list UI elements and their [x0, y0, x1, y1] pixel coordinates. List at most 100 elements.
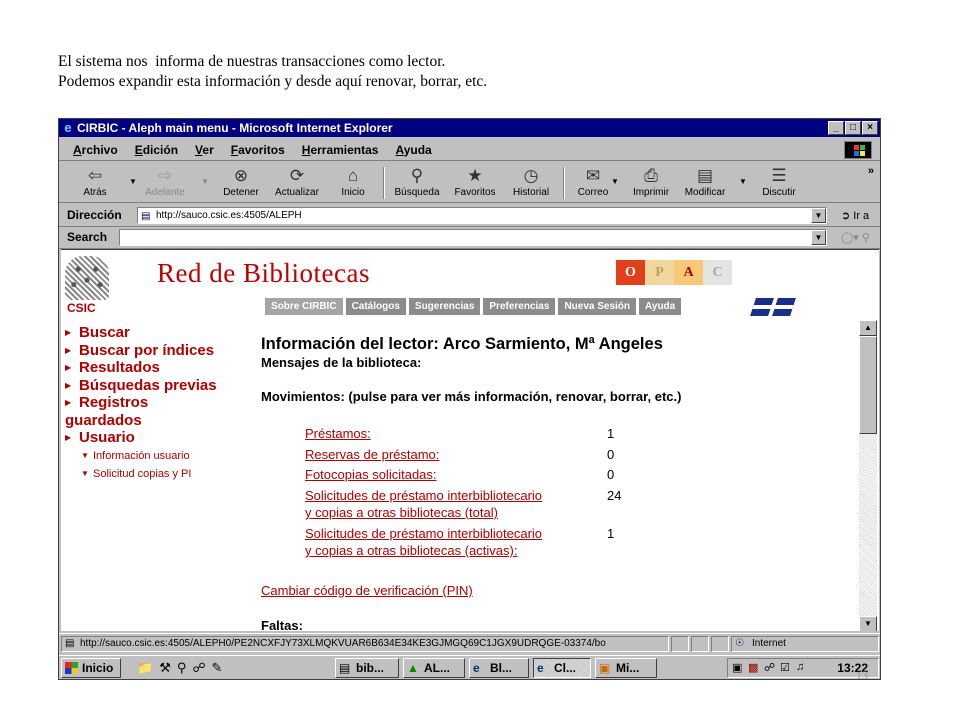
search-field[interactable]: [119, 229, 827, 246]
maximize-button[interactable]: □: [845, 121, 861, 135]
search-button[interactable]: ⚲ Búsqueda: [389, 165, 445, 203]
menu-busquedas-previas[interactable]: Búsquedas previas: [65, 377, 255, 395]
refresh-button[interactable]: ⟳ Actualizar: [269, 165, 325, 203]
favorites-button[interactable]: ★ Favoritos: [447, 165, 503, 203]
tray-security-icon[interactable]: ☑: [780, 661, 790, 674]
minimize-button[interactable]: _: [828, 121, 844, 135]
tools-icon[interactable]: ⚒: [159, 660, 171, 676]
powerpoint-icon: ▣: [599, 661, 611, 675]
transaction-count: 24: [607, 487, 622, 503]
interlibrary-active-link[interactable]: Solicitudes de préstamo interbibliotecar…: [305, 525, 607, 560]
tab-preferencias[interactable]: Preferencias: [483, 298, 556, 315]
tray-rc-icon[interactable]: ▩: [748, 661, 758, 674]
vertical-scrollbar[interactable]: ▲ ▼: [859, 320, 877, 631]
print-button[interactable]: ⎙ Imprimir: [623, 165, 679, 203]
main-panel: Información del lector: Arco Sarmiento, …: [261, 334, 855, 631]
fotocopias-link[interactable]: Fotocopias solicitadas:: [305, 466, 607, 484]
go-button[interactable]: ➲ Ir a: [841, 209, 869, 222]
menu-registros[interactable]: Registros: [65, 394, 255, 412]
taskbar-item-browser[interactable]: e Bl...: [469, 658, 529, 678]
tab-nueva-sesion[interactable]: Nueva Sesión: [558, 298, 637, 315]
search-go-icon[interactable]: ◯▾ ⚲: [841, 231, 870, 244]
menu-resultados[interactable]: Resultados: [65, 359, 255, 377]
submenu-solicitud-copias[interactable]: Solicitud copias y PI: [65, 465, 255, 483]
toolbar: ⇦ Atrás ▼ ⇨ Adelante ▼ ⊗ Detener ⟳ Actualiza…: [59, 163, 880, 203]
address-dropdown-icon[interactable]: ▼: [811, 208, 826, 223]
scroll-thumb[interactable]: [859, 336, 877, 434]
transaction-row: Fotocopias solicitadas: 0: [305, 466, 855, 484]
start-button[interactable]: Inicio: [61, 658, 121, 678]
transaction-row: Solicitudes de préstamo interbibliotecar…: [305, 525, 855, 560]
stop-icon: ⊗: [233, 166, 249, 185]
csic-tree-icon: [65, 256, 109, 300]
menu-favoritos[interactable]: Favoritos: [231, 143, 285, 157]
tray-app-icon[interactable]: ▣: [732, 661, 742, 674]
tray-volume-icon[interactable]: ♫: [796, 661, 804, 673]
prestamos-link[interactable]: Préstamos:: [305, 425, 607, 443]
menu-ver[interactable]: Ver: [195, 143, 214, 157]
csic-logo-text: CSIC: [67, 301, 96, 315]
stop-button[interactable]: ⊗ Detener: [213, 165, 269, 203]
edit-dropdown-icon[interactable]: ▼: [739, 177, 747, 186]
opac-letter: C: [703, 260, 732, 285]
taskbar-item-cirbic[interactable]: e Cl...: [533, 658, 591, 678]
forward-button[interactable]: ⇨ Adelante: [137, 165, 193, 203]
transaction-count: 0: [607, 446, 615, 462]
interlibrary-total-link[interactable]: Solicitudes de préstamo interbibliotecar…: [305, 487, 607, 522]
status-bar: ▤ http://sauco.csic.es:4505/ALEPH0/PE2NCX…: [59, 633, 880, 653]
title-bar[interactable]: e CIRBIC - Aleph main menu - Microsoft I…: [59, 119, 880, 137]
discuss-button[interactable]: ☰ Discutir: [751, 165, 807, 203]
word-edit-icon: ▤: [696, 166, 714, 185]
page-icon: ▤: [65, 638, 75, 649]
back-arrow-icon: ⇦: [87, 166, 103, 185]
status-url: ▤ http://sauco.csic.es:4505/ALEPH0/PE2NCX…: [61, 636, 669, 652]
menu-ayuda[interactable]: Ayuda: [395, 143, 431, 157]
scroll-up-icon[interactable]: ▲: [859, 320, 877, 336]
tab-catalogos[interactable]: Catálogos: [345, 298, 406, 315]
folder-icon[interactable]: 📁: [137, 660, 153, 676]
paint-icon[interactable]: ✎: [212, 660, 223, 676]
menu-usuario[interactable]: Usuario: [65, 429, 255, 447]
menu-archivo[interactable]: Archivo: [73, 143, 118, 157]
address-input[interactable]: ▤ http://sauco.csic.es:4505/ALEPH: [137, 207, 827, 224]
menu-herramientas[interactable]: Herramientas: [302, 143, 379, 157]
search-icon: ⚲: [410, 166, 424, 185]
search-bar: Search ▼ ◯▾ ⚲: [59, 227, 880, 249]
csic-logo[interactable]: CSIC: [65, 256, 109, 315]
menu-registros-guardados[interactable]: guardados: [65, 412, 255, 430]
back-dropdown-icon[interactable]: ▼: [129, 177, 137, 186]
taskbar-item-powerpoint[interactable]: ▣ Mi...: [595, 658, 657, 678]
transaction-count: 0: [607, 467, 615, 482]
history-button[interactable]: ◷ Historial: [503, 165, 559, 203]
edit-button[interactable]: ▤ Modificar: [677, 165, 733, 203]
taskbar-item-folder[interactable]: ▤ bib...: [335, 658, 399, 678]
nav-tabs: Sobre CIRBIC Catálogos Sugerencias Prefe…: [265, 298, 682, 315]
tab-sugerencias[interactable]: Sugerencias: [408, 298, 481, 315]
english-flag-icon[interactable]: [750, 298, 796, 316]
close-button[interactable]: ×: [862, 121, 878, 135]
menu-buscar-por-indices[interactable]: Buscar por índices: [65, 342, 255, 360]
tab-sobre-cirbic[interactable]: Sobre CIRBIC: [265, 298, 343, 315]
transaction-row: Préstamos: 1: [305, 425, 855, 443]
mensajes-heading: Mensajes de la biblioteca:: [261, 355, 422, 370]
reservas-link[interactable]: Reservas de préstamo:: [305, 446, 607, 464]
mail-dropdown-icon[interactable]: ▼: [611, 177, 619, 186]
transaction-row: Reservas de préstamo: 0: [305, 446, 855, 464]
submenu-informacion-usuario[interactable]: Información usuario: [65, 447, 255, 465]
toolbar-overflow-icon[interactable]: »: [868, 165, 874, 177]
search-dropdown-icon[interactable]: ▼: [811, 230, 826, 245]
taskbar-item-aleph[interactable]: ▲ AL...: [403, 658, 465, 678]
forward-dropdown-icon[interactable]: ▼: [201, 177, 209, 186]
caption-line-2: Podemos expandir esta información y desd…: [58, 73, 488, 90]
menu-edicion[interactable]: Edición: [135, 143, 178, 157]
windows-flag-icon: [65, 662, 78, 674]
search-icon[interactable]: ⚲: [177, 660, 187, 676]
menu-buscar[interactable]: Buscar: [65, 324, 255, 342]
scroll-down-icon[interactable]: ▼: [859, 616, 877, 631]
tab-ayuda[interactable]: Ayuda: [639, 298, 682, 315]
home-button[interactable]: ⌂ Inicio: [325, 165, 381, 203]
back-button[interactable]: ⇦ Atrás: [67, 165, 123, 203]
tray-network-icon[interactable]: ☍: [764, 661, 775, 674]
network-icon[interactable]: ☍: [192, 660, 205, 676]
change-pin-link[interactable]: Cambiar código de verificación (PIN): [261, 583, 473, 598]
